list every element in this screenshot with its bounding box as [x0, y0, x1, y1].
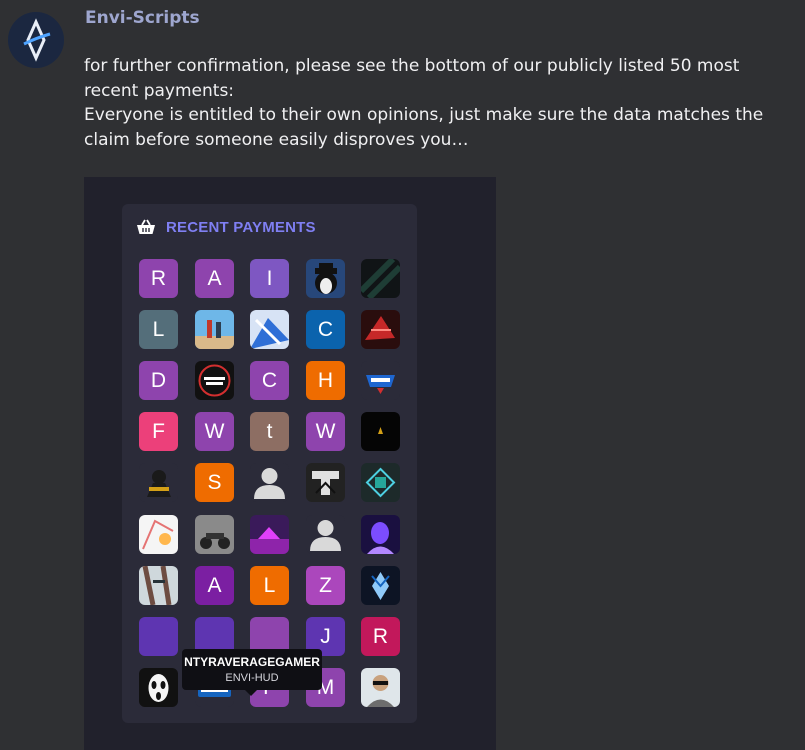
recent-payments-panel: RECENT PAYMENTS RAILCDCHFWtWSALZJRFM NTY… — [122, 204, 417, 723]
basket-icon — [137, 219, 155, 234]
payment-avatar[interactable]: L — [139, 310, 178, 349]
author-avatar[interactable] — [8, 12, 64, 68]
payment-avatar[interactable] — [195, 310, 234, 349]
payment-avatar[interactable]: R — [139, 259, 178, 298]
avatar-initial: R — [372, 624, 389, 648]
payment-avatar[interactable]: W — [195, 412, 234, 451]
payment-avatar[interactable]: W — [306, 412, 345, 451]
avatar-initial: R — [150, 266, 167, 290]
payment-avatar[interactable]: A — [195, 566, 234, 605]
payment-avatar[interactable]: F — [139, 412, 178, 451]
payment-avatar[interactable] — [361, 515, 400, 554]
payment-avatar[interactable] — [361, 668, 400, 707]
payment-avatar[interactable] — [250, 310, 289, 349]
payment-avatar[interactable]: L — [250, 566, 289, 605]
avatar-initial: C — [317, 317, 334, 341]
panel-title: RECENT PAYMENTS — [166, 218, 316, 236]
payment-avatar[interactable] — [306, 463, 345, 502]
payment-avatar[interactable] — [361, 310, 400, 349]
payment-avatar[interactable]: R — [361, 617, 400, 656]
payment-avatar[interactable] — [139, 668, 178, 707]
avatar-initial: F — [152, 419, 165, 443]
payment-avatar[interactable] — [250, 515, 289, 554]
payment-avatar[interactable] — [139, 463, 178, 502]
payment-avatar[interactable]: A — [195, 259, 234, 298]
payment-avatar[interactable]: H — [306, 361, 345, 400]
payment-avatar[interactable]: D — [139, 361, 178, 400]
payment-avatar[interactable]: Z — [306, 566, 345, 605]
payment-avatar[interactable] — [139, 617, 178, 656]
payment-avatar[interactable] — [195, 361, 234, 400]
avatar-initial: H — [317, 368, 334, 392]
avatar-initial: L — [152, 317, 165, 341]
payment-avatar[interactable] — [361, 361, 400, 400]
payment-avatar[interactable] — [361, 412, 400, 451]
avatar-initial: S — [207, 470, 222, 494]
message-line: for further confirmation, please see the… — [84, 56, 740, 101]
payment-avatar[interactable]: t — [250, 412, 289, 451]
payment-avatar[interactable] — [195, 515, 234, 554]
avatar-initial: L — [263, 573, 276, 597]
avatar-initial: J — [320, 624, 331, 648]
message-body: for further confirmation, please see the… — [84, 54, 799, 152]
payment-avatar[interactable]: C — [306, 310, 345, 349]
avatar-initial: W — [204, 419, 225, 443]
payment-avatar[interactable]: C — [250, 361, 289, 400]
payment-avatar[interactable] — [306, 259, 345, 298]
payment-avatar[interactable] — [361, 463, 400, 502]
avatar-initial: t — [266, 419, 273, 443]
payment-tooltip: NTYRAVERAGEGAMER ENVI-HUD — [182, 649, 322, 696]
avatar-initial: Z — [319, 573, 332, 597]
panel-header: RECENT PAYMENTS — [136, 216, 316, 238]
payment-avatar[interactable] — [139, 566, 178, 605]
payment-avatar[interactable] — [139, 515, 178, 554]
avatar-initial: A — [207, 573, 222, 597]
author-name[interactable]: Envi-Scripts — [85, 8, 200, 28]
payment-avatar[interactable] — [361, 259, 400, 298]
envi-logo-icon — [8, 12, 64, 68]
tooltip-product: ENVI-HUD — [225, 672, 279, 684]
message-line: Everyone is entitled to their own opinio… — [84, 105, 764, 150]
avatar-initial: C — [261, 368, 278, 392]
avatar-initial: A — [207, 266, 222, 290]
default-user-icon[interactable] — [250, 463, 289, 502]
payment-avatar[interactable]: I — [250, 259, 289, 298]
avatar-initial: I — [266, 266, 273, 290]
payment-avatar[interactable] — [361, 566, 400, 605]
avatar-initial: D — [150, 368, 167, 392]
payments-screenshot[interactable]: RECENT PAYMENTS RAILCDCHFWtWSALZJRFM NTY… — [84, 177, 496, 750]
tooltip-username: NTYRAVERAGEGAMER — [184, 655, 320, 669]
default-user-icon[interactable] — [306, 515, 345, 554]
payment-avatar[interactable]: S — [195, 463, 234, 502]
avatar-initial: W — [315, 419, 336, 443]
